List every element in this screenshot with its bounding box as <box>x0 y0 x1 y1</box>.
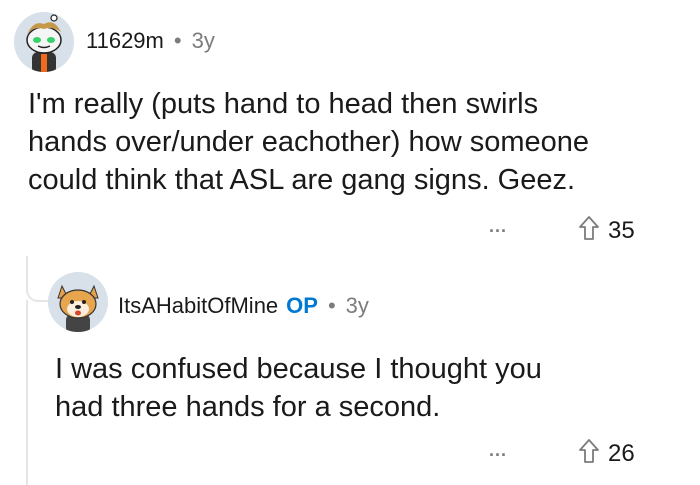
vote-control: 35 <box>578 215 635 246</box>
comment-body-line: had three hands for a second. <box>55 391 441 423</box>
vote-control: 26 <box>578 438 635 469</box>
avatar[interactable] <box>48 272 108 332</box>
upvote-count: 35 <box>608 216 635 244</box>
comment-body: I was confused because I thought you had… <box>55 350 685 426</box>
comment-meta: 11629m • 3y <box>86 28 215 54</box>
comment-body-line: could think that ASL are gang signs. Gee… <box>28 164 576 196</box>
snoo-avatar-icon <box>14 12 74 72</box>
thread-line <box>26 300 28 485</box>
comment-body-line: hands over/under eachother) how someone <box>28 126 590 158</box>
comment-meta: ItsAHabitOfMine OP • 3y <box>118 293 369 319</box>
upvote-icon[interactable] <box>578 438 600 469</box>
username[interactable]: 11629m <box>86 28 164 54</box>
separator-dot: • <box>173 28 182 53</box>
more-options-button[interactable]: ... <box>489 440 507 461</box>
username[interactable]: ItsAHabitOfMine <box>118 293 278 319</box>
comment-body-line: I'm really (puts hand to head then swirl… <box>28 88 539 120</box>
thread-line <box>26 256 48 302</box>
comment-age: 3y <box>191 28 215 53</box>
upvote-count: 26 <box>608 439 635 467</box>
upvote-icon[interactable] <box>578 215 600 246</box>
separator-dot: • <box>327 293 336 318</box>
comment-body-line: I was confused because I thought you <box>55 353 542 385</box>
avatar[interactable] <box>14 12 74 72</box>
shiba-avatar-icon <box>48 272 108 332</box>
op-badge: OP <box>286 293 318 318</box>
comment-age: 3y <box>345 293 369 318</box>
comment-body: I'm really (puts hand to head then swirl… <box>28 85 688 199</box>
more-options-button[interactable]: ... <box>489 216 507 237</box>
